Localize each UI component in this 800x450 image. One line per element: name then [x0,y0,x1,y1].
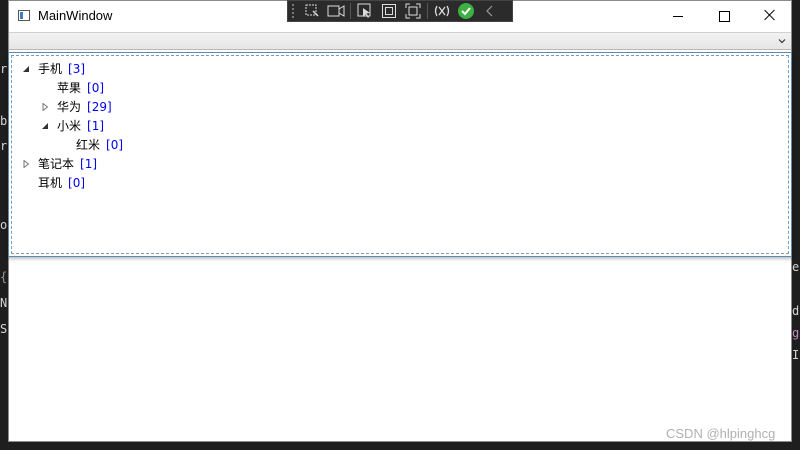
toolbar-separator [350,3,351,19]
preview-icon[interactable] [324,1,348,21]
debug-toolbar [287,0,513,22]
maximize-button[interactable] [701,1,747,31]
tree-item-count: [0] [106,137,124,152]
tree-item-name: 华为 [57,100,82,114]
tree-item-name: 小米 [57,119,82,133]
bg-char: r [0,139,8,153]
tree-item-name: 笔记本 [38,157,75,171]
tree-item[interactable]: 苹果 [0] [39,78,104,97]
tree-item-name: 手机 [38,62,63,76]
bg-char: r [0,62,8,76]
window-title: MainWindow [38,8,113,23]
minimize-button[interactable] [655,1,701,31]
track-focus-icon[interactable] [401,1,425,21]
tree-item-name: 耳机 [38,176,63,190]
tree-item[interactable]: 手机 [3] [20,59,85,78]
tree-dropdown: 手机 [3] 苹果 [0] 华为 [29] 小米 [1] 红米 [0] 笔记本 … [8,52,792,257]
bg-char: I [792,348,800,362]
toolbar-separator [427,3,428,19]
app-icon [18,10,30,21]
watermark: CSDN @hlpinghcg [666,426,776,441]
tree-view: 手机 [3] 苹果 [0] 华为 [29] 小米 [1] 红米 [0] 笔记本 … [11,55,789,254]
expanded-triangle-icon[interactable] [39,120,51,132]
hot-reload-icon[interactable] [430,1,454,21]
bg-char: { [0,270,8,284]
combobox[interactable] [9,32,791,50]
tree-item-count: [1] [80,156,98,171]
tree-item[interactable]: 小米 [1] [39,116,104,135]
adorner-icon[interactable] [377,1,401,21]
main-window: MainWindow 手机 [3] 苹果 [0] 华为 [29] 小米 [1] … [8,0,792,442]
tree-item-count: [3] [68,61,86,76]
tree-item-count: [0] [87,80,105,95]
tree-item-name: 红米 [76,138,101,152]
collapse-icon[interactable] [478,1,502,21]
background-editor-left: r b r o { N S [0,0,8,450]
minimize-icon [673,16,683,17]
bg-char: b [0,114,8,128]
tree-item-count: [0] [68,175,86,190]
bg-char: d [792,304,800,318]
tree-item-count: [1] [87,118,105,133]
tree-item-name: 苹果 [57,81,82,95]
tree-item[interactable]: 笔记本 [1] [20,154,97,173]
bg-char: g [792,326,800,340]
close-button[interactable] [747,1,793,31]
tree-item-count: [29] [87,99,112,114]
expanded-triangle-icon[interactable] [20,63,32,75]
bg-char: S [0,322,8,336]
bg-char: e [792,260,800,274]
pointer-icon[interactable] [353,1,377,21]
chevron-down-icon[interactable] [777,36,787,46]
close-icon [764,9,776,21]
collapsed-triangle-icon[interactable] [39,101,51,113]
background-editor-right: e d g I [792,0,800,450]
check-icon[interactable] [454,1,478,21]
select-element-icon[interactable] [300,1,324,21]
collapsed-triangle-icon[interactable] [20,158,32,170]
maximize-icon [719,11,730,22]
grip-icon[interactable] [292,4,300,18]
bg-char: o [0,218,8,232]
tree-item[interactable]: 红米 [0] [58,135,123,154]
tree-item[interactable]: 华为 [29] [39,97,112,116]
bg-char: N [0,296,8,310]
tree-item[interactable]: 耳机 [0] [20,173,85,192]
